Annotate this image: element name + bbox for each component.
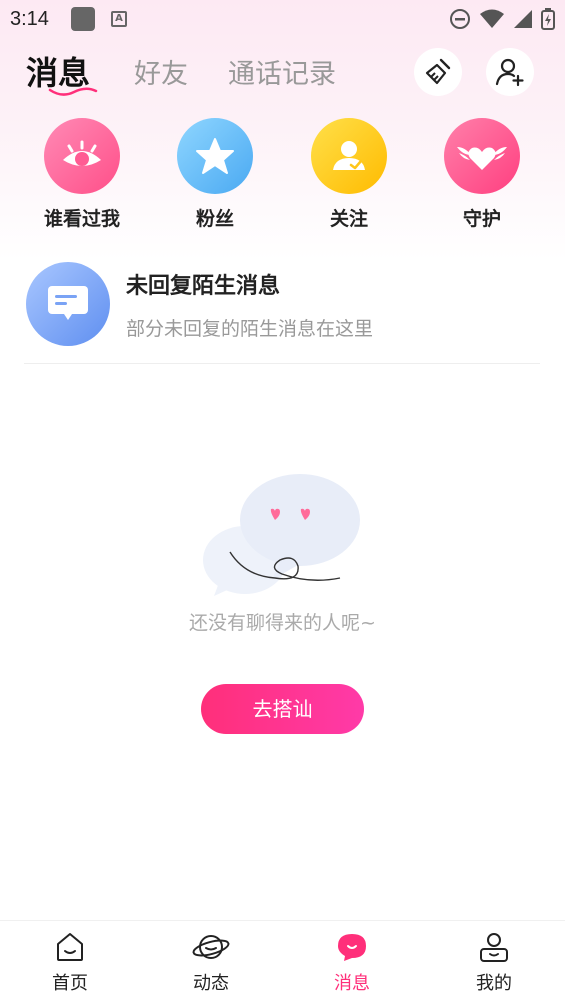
wifi-icon — [480, 9, 504, 28]
text-notification-icon: A — [110, 11, 127, 27]
status-time: 3:14 — [10, 7, 49, 30]
nav-home[interactable]: 首页 — [20, 931, 120, 995]
nav-profile[interactable]: 我的 — [444, 931, 544, 995]
start-chat-button[interactable]: 去搭讪 — [201, 684, 364, 734]
shortcut-fans-label: 粉丝 — [195, 208, 234, 230]
status-bar: 3:14 A — [0, 0, 565, 38]
add-user-icon — [495, 58, 524, 87]
do-not-disturb-icon — [450, 9, 470, 29]
shortcut-guard-label: 守护 — [462, 208, 501, 230]
home-icon — [57, 933, 83, 961]
shortcut-visitors[interactable]: 谁看过我 — [22, 118, 142, 231]
nav-profile-label: 我的 — [476, 973, 512, 994]
broom-icon — [425, 58, 451, 85]
nav-messages-label: 消息 — [334, 973, 370, 994]
winged-heart-icon — [444, 118, 520, 194]
nav-home-label: 首页 — [52, 973, 88, 994]
nav-messages[interactable]: 消息 — [302, 931, 402, 995]
add-friend-button[interactable] — [486, 48, 534, 96]
tab-call-history[interactable]: 通话记录 — [228, 52, 336, 91]
shortcut-row: 谁看过我 粉丝 关注 守护 — [0, 118, 565, 238]
message-header: 消息 好友 通话记录 — [0, 42, 565, 106]
eye-icon — [44, 118, 120, 194]
empty-state-text: 还没有聊得来的人呢~ — [189, 612, 376, 634]
active-tab-squiggle — [48, 87, 98, 96]
empty-chat-illustration — [203, 474, 360, 596]
profile-icon — [480, 933, 508, 962]
clean-unread-button[interactable] — [414, 48, 462, 96]
bottom-navigation: 首页 动态 消息 我的 — [0, 920, 565, 1004]
signal-icon — [514, 10, 532, 28]
planet-icon — [192, 935, 230, 959]
shortcut-following[interactable]: 关注 — [289, 118, 409, 231]
nav-moments[interactable]: 动态 — [161, 931, 261, 995]
chat-bubble-icon — [26, 262, 110, 346]
shortcut-following-label: 关注 — [329, 208, 368, 230]
nav-moments-label: 动态 — [193, 973, 229, 994]
star-icon — [177, 118, 253, 194]
person-check-icon — [311, 118, 387, 194]
shortcut-guard[interactable]: 守护 — [422, 118, 542, 231]
stranger-messages-title: 未回复陌生消息 — [126, 274, 281, 299]
message-icon — [338, 934, 366, 961]
battery-icon — [541, 8, 555, 30]
shortcut-fans[interactable]: 粉丝 — [155, 118, 275, 231]
stranger-messages-subtitle: 部分未回复的陌生消息在这里 — [126, 318, 374, 340]
shortcut-visitors-label: 谁看过我 — [43, 208, 120, 230]
stranger-messages-item[interactable]: 未回复陌生消息 部分未回复的陌生消息在这里 — [24, 258, 540, 364]
tab-friends[interactable]: 好友 — [134, 52, 188, 91]
app-notification-icon — [70, 7, 95, 31]
